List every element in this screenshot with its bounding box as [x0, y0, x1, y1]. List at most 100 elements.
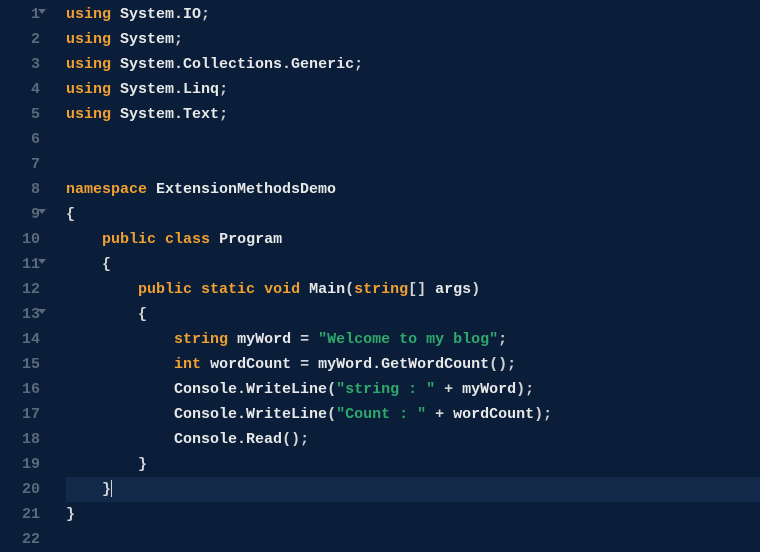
- code-line[interactable]: }: [66, 477, 760, 502]
- code-area[interactable]: using System.IO;using System;using Syste…: [48, 0, 760, 552]
- fold-icon[interactable]: [38, 9, 46, 14]
- token-punc: ;: [219, 106, 228, 123]
- token-ns: wordCount: [453, 406, 534, 423]
- line-number: 8: [0, 177, 40, 202]
- code-line[interactable]: {: [66, 302, 760, 327]
- token-punc: ;: [354, 56, 363, 73]
- token-kw: void: [264, 281, 300, 298]
- token-punc: {: [102, 256, 111, 273]
- token-punc: [147, 181, 156, 198]
- token-str: "Welcome to my blog": [318, 331, 498, 348]
- code-line[interactable]: using System.Linq;: [66, 77, 760, 102]
- token-punc: [300, 281, 309, 298]
- line-number: 10: [0, 227, 40, 252]
- token-punc: (: [327, 381, 336, 398]
- code-line[interactable]: Console.WriteLine("string : " + myWord);: [66, 377, 760, 402]
- token-kw: public: [138, 281, 192, 298]
- fold-icon[interactable]: [38, 259, 46, 264]
- token-ns: System.IO: [120, 6, 201, 23]
- token-punc: [156, 231, 165, 248]
- code-line[interactable]: [66, 127, 760, 152]
- token-ns: System: [120, 31, 174, 48]
- code-line[interactable]: public static void Main(string[] args): [66, 277, 760, 302]
- line-number-gutter: 12345678910111213141516171819202122: [0, 0, 48, 552]
- line-number: 20: [0, 477, 40, 502]
- token-punc: =: [291, 331, 318, 348]
- code-line[interactable]: int wordCount = myWord.GetWordCount();: [66, 352, 760, 377]
- token-cls: Program: [219, 231, 282, 248]
- line-number: 9: [0, 202, 40, 227]
- line-number: 15: [0, 352, 40, 377]
- token-punc: ;: [174, 31, 183, 48]
- code-editor[interactable]: 12345678910111213141516171819202122 usin…: [0, 0, 760, 552]
- token-ns: myWord.GetWordCount: [318, 356, 489, 373]
- token-punc: );: [516, 381, 534, 398]
- token-punc: {: [138, 306, 147, 323]
- token-kw: using: [66, 6, 111, 23]
- line-number: 14: [0, 327, 40, 352]
- line-number: 11: [0, 252, 40, 277]
- text-cursor: [111, 480, 112, 497]
- token-punc: [210, 231, 219, 248]
- token-punc: }: [102, 481, 111, 498]
- token-ns: ExtensionMethodsDemo: [156, 181, 336, 198]
- code-line[interactable]: string myWord = "Welcome to my blog";: [66, 327, 760, 352]
- code-line[interactable]: Console.Read();: [66, 427, 760, 452]
- token-kw: using: [66, 106, 111, 123]
- code-line[interactable]: public class Program: [66, 227, 760, 252]
- token-punc: {: [66, 206, 75, 223]
- token-ns: System.Collections.Generic: [120, 56, 354, 73]
- token-punc: ();: [282, 431, 309, 448]
- token-punc: ();: [489, 356, 516, 373]
- token-kw: public: [102, 231, 156, 248]
- line-number: 4: [0, 77, 40, 102]
- token-kw: using: [66, 81, 111, 98]
- token-punc: [111, 106, 120, 123]
- code-line[interactable]: using System.Text;: [66, 102, 760, 127]
- token-punc: +: [426, 406, 453, 423]
- token-type: string: [174, 331, 228, 348]
- token-punc: [111, 56, 120, 73]
- code-line[interactable]: [66, 152, 760, 177]
- token-punc: }: [66, 506, 75, 523]
- token-punc: [111, 6, 120, 23]
- line-number: 21: [0, 502, 40, 527]
- token-punc: [111, 81, 120, 98]
- token-punc: [192, 281, 201, 298]
- token-punc: [228, 331, 237, 348]
- token-ns: args: [435, 281, 471, 298]
- token-punc: (: [345, 281, 354, 298]
- token-type: int: [174, 356, 201, 373]
- line-number: 16: [0, 377, 40, 402]
- token-punc: +: [435, 381, 462, 398]
- line-number: 2: [0, 27, 40, 52]
- token-str: "Count : ": [336, 406, 426, 423]
- code-line[interactable]: }: [66, 502, 760, 527]
- token-ns: System.Text: [120, 106, 219, 123]
- token-mth: Main: [309, 281, 345, 298]
- code-line[interactable]: Console.WriteLine("Count : " + wordCount…: [66, 402, 760, 427]
- token-punc: ;: [219, 81, 228, 98]
- token-punc: [111, 31, 120, 48]
- code-line[interactable]: namespace ExtensionMethodsDemo: [66, 177, 760, 202]
- code-line[interactable]: {: [66, 202, 760, 227]
- line-number: 5: [0, 102, 40, 127]
- token-type: string: [354, 281, 408, 298]
- code-line[interactable]: using System.Collections.Generic;: [66, 52, 760, 77]
- fold-icon[interactable]: [38, 209, 46, 214]
- code-line[interactable]: {: [66, 252, 760, 277]
- code-line[interactable]: using System;: [66, 27, 760, 52]
- code-line[interactable]: using System.IO;: [66, 2, 760, 27]
- token-punc: ;: [201, 6, 210, 23]
- code-line[interactable]: [66, 527, 760, 552]
- line-number: 13: [0, 302, 40, 327]
- line-number: 6: [0, 127, 40, 152]
- code-line[interactable]: }: [66, 452, 760, 477]
- token-punc: ): [471, 281, 480, 298]
- token-punc: =: [291, 356, 318, 373]
- token-ns: myWord: [462, 381, 516, 398]
- line-number: 18: [0, 427, 40, 452]
- line-number: 3: [0, 52, 40, 77]
- fold-icon[interactable]: [38, 309, 46, 314]
- token-ns: wordCount: [210, 356, 291, 373]
